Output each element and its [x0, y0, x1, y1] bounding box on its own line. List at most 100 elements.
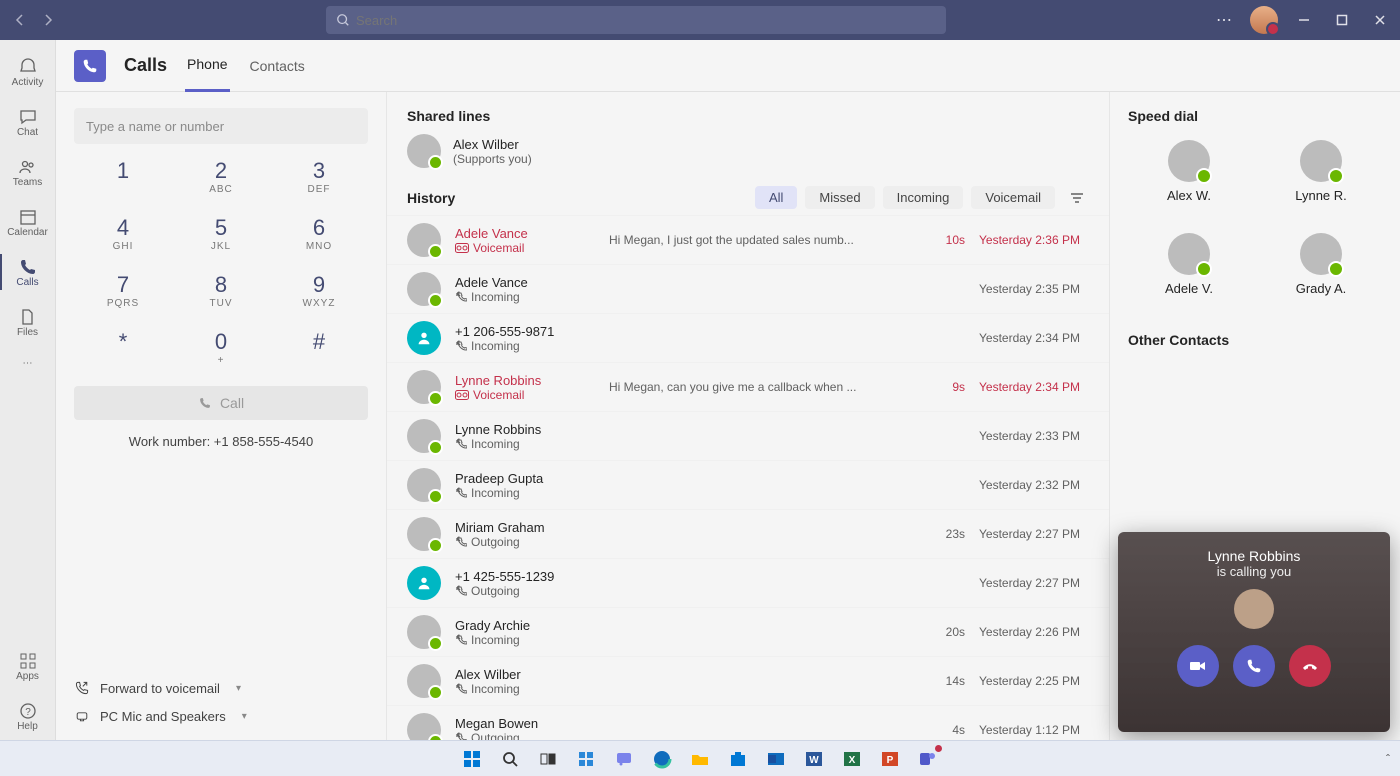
avatar	[407, 517, 441, 551]
keypad-4[interactable]: 4GHI	[74, 215, 172, 252]
history-row[interactable]: +1 425-555-1239OutgoingYesterday 2:27 PM	[387, 558, 1109, 607]
taskbar-outlook[interactable]	[762, 745, 790, 773]
taskbar-chat-button[interactable]	[610, 745, 638, 773]
speed-dial-contact[interactable]: Grady A.	[1260, 233, 1382, 296]
svg-text:W: W	[809, 755, 819, 766]
forward-setting[interactable]: Forward to voicemail▾	[74, 674, 368, 702]
call-duration: 20s	[925, 625, 965, 639]
taskbar-edge[interactable]	[648, 745, 676, 773]
call-name: +1 425-555-1239	[455, 569, 595, 584]
avatar	[407, 615, 441, 649]
start-button[interactable]	[458, 745, 486, 773]
call-name: Pradeep Gupta	[455, 471, 595, 486]
taskbar-store[interactable]	[724, 745, 752, 773]
taskbar-powerpoint[interactable]: P	[876, 745, 904, 773]
other-contacts-title: Other Contacts	[1128, 332, 1382, 348]
titlebar: ⋯	[0, 0, 1400, 40]
keypad-3[interactable]: 3DEF	[270, 158, 368, 195]
history-row[interactable]: Alex WilberIncoming14sYesterday 2:25 PM	[387, 656, 1109, 705]
maximize-button[interactable]	[1330, 8, 1354, 32]
call-name: Alex Wilber	[455, 667, 595, 682]
shared-line-item[interactable]: Alex Wilber (Supports you)	[387, 124, 1109, 178]
keypad-0[interactable]: 0+	[172, 329, 270, 366]
rail-more[interactable]: ⋯	[0, 348, 56, 378]
contact-name: Adele V.	[1165, 281, 1213, 296]
device-setting[interactable]: PC Mic and Speakers▾	[74, 702, 368, 730]
history-row[interactable]: Lynne RobbinsIncomingYesterday 2:33 PM	[387, 411, 1109, 460]
speed-dial-contact[interactable]: Adele V.	[1128, 233, 1250, 296]
speed-dial-contact[interactable]: Lynne R.	[1260, 140, 1382, 203]
phone-icon	[198, 396, 212, 410]
history-row[interactable]: +1 206-555-9871IncomingYesterday 2:34 PM	[387, 313, 1109, 362]
tray-chevron-up-icon[interactable]: ˆ	[1386, 752, 1390, 766]
answer-audio-button[interactable]	[1233, 645, 1275, 687]
rail-apps[interactable]: Apps	[0, 642, 56, 690]
rail-teams[interactable]: Teams	[0, 148, 56, 196]
history-row[interactable]: Miriam GrahamOutgoing23sYesterday 2:27 P…	[387, 509, 1109, 558]
call-time: Yesterday 2:34 PM	[979, 380, 1089, 394]
avatar	[407, 370, 441, 404]
taskbar-search-button[interactable]	[496, 745, 524, 773]
task-view-button[interactable]	[534, 745, 562, 773]
taskbar-word[interactable]: W	[800, 745, 828, 773]
keypad-1[interactable]: 1	[74, 158, 172, 195]
widgets-button[interactable]	[572, 745, 600, 773]
call-time: Yesterday 2:36 PM	[979, 233, 1089, 247]
more-options-button[interactable]: ⋯	[1212, 8, 1236, 32]
keypad-#[interactable]: #	[270, 329, 368, 366]
history-row[interactable]: Adele VanceIncomingYesterday 2:35 PM	[387, 264, 1109, 313]
keypad-7[interactable]: 7PQRS	[74, 272, 172, 309]
rail-activity[interactable]: Activity	[0, 48, 56, 96]
call-button[interactable]: Call	[74, 386, 368, 420]
rail-files[interactable]: Files	[0, 298, 56, 346]
filter-missed[interactable]: Missed	[805, 186, 874, 209]
call-name: Lynne Robbins	[455, 422, 595, 437]
decline-call-button[interactable]	[1289, 645, 1331, 687]
filter-all[interactable]: All	[755, 186, 797, 209]
history-row[interactable]: Adele VanceVoicemailHi Megan, I just got…	[387, 215, 1109, 264]
nav-back-button[interactable]	[8, 8, 32, 32]
call-time: Yesterday 2:26 PM	[979, 625, 1089, 639]
keypad-6[interactable]: 6MNO	[270, 215, 368, 252]
tab-phone[interactable]: Phone	[185, 40, 229, 92]
minimize-button[interactable]	[1292, 8, 1316, 32]
avatar	[1168, 140, 1210, 182]
rail-help[interactable]: ?Help	[0, 692, 56, 740]
user-avatar[interactable]	[1250, 6, 1278, 34]
taskbar-explorer[interactable]	[686, 745, 714, 773]
keypad-9[interactable]: 9WXYZ	[270, 272, 368, 309]
dial-input[interactable]: Type a name or number	[74, 108, 368, 144]
call-time: Yesterday 2:33 PM	[979, 429, 1089, 443]
history-row[interactable]: Lynne RobbinsVoicemailHi Megan, can you …	[387, 362, 1109, 411]
chevron-down-icon: ▾	[236, 683, 241, 694]
keypad-8[interactable]: 8TUV	[172, 272, 270, 309]
taskbar-teams[interactable]	[914, 745, 942, 773]
keypad-2[interactable]: 2ABC	[172, 158, 270, 195]
caller-name: Lynne Robbins	[1208, 548, 1301, 564]
answer-video-button[interactable]	[1177, 645, 1219, 687]
rail-chat[interactable]: Chat	[0, 98, 56, 146]
history-row[interactable]: Grady ArchieIncoming20sYesterday 2:26 PM	[387, 607, 1109, 656]
keypad-*[interactable]: *	[74, 329, 172, 366]
avatar	[407, 272, 441, 306]
filter-incoming[interactable]: Incoming	[883, 186, 964, 209]
rail-calls[interactable]: Calls	[0, 248, 56, 296]
history-row[interactable]: Megan BowenOutgoing4sYesterday 1:12 PM	[387, 705, 1109, 740]
call-duration: 9s	[925, 380, 965, 394]
call-type: Outgoing	[455, 731, 595, 741]
history-row[interactable]: Pradeep GuptaIncomingYesterday 2:32 PM	[387, 460, 1109, 509]
call-type: Voicemail	[455, 388, 595, 402]
rail-calendar[interactable]: Calendar	[0, 198, 56, 246]
calls-app-icon	[74, 50, 106, 82]
avatar	[1300, 233, 1342, 275]
taskbar-excel[interactable]: X	[838, 745, 866, 773]
speed-dial-contact[interactable]: Alex W.	[1128, 140, 1250, 203]
tab-contacts[interactable]: Contacts	[248, 40, 307, 92]
filter-voicemail[interactable]: Voicemail	[971, 186, 1055, 209]
filter-button[interactable]	[1065, 190, 1089, 206]
close-button[interactable]	[1368, 8, 1392, 32]
search-input[interactable]	[326, 6, 946, 34]
keypad-5[interactable]: 5JKL	[172, 215, 270, 252]
svg-text:P: P	[887, 755, 894, 766]
nav-forward-button[interactable]	[36, 8, 60, 32]
